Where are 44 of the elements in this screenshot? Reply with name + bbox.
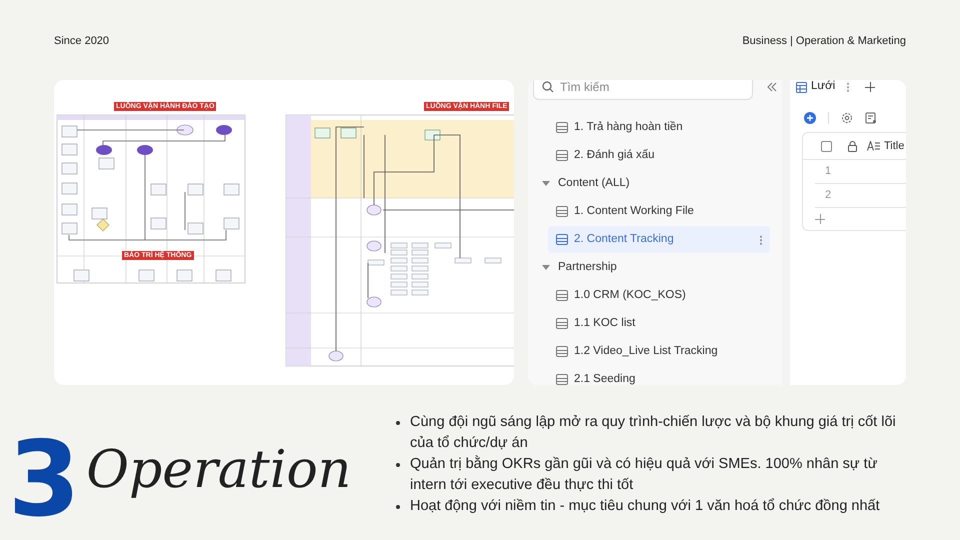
table-icon: [556, 150, 568, 161]
sidebar-item[interactable]: 2. Đánh giá xấu: [548, 142, 770, 169]
add-icon[interactable]: [804, 112, 816, 124]
row-number: 2: [825, 188, 832, 204]
sidebar-item[interactable]: 2. Content Tracking: [548, 226, 770, 253]
sidebar-item[interactable]: 1.0 CRM (KOC_KOS): [548, 282, 770, 309]
section-title: Operation: [86, 439, 352, 502]
bullet-text: Hoạt động với niềm tin - mục tiêu chung với 1 văn hoá tổ chức đồng nhất: [410, 497, 880, 516]
table-icon: [556, 374, 568, 385]
text-field-icon: [867, 141, 880, 151]
table-icon: [556, 122, 568, 133]
caret-icon: [542, 265, 550, 270]
header-checkbox[interactable]: [821, 140, 832, 152]
search-field[interactable]: Tìm kiếm: [533, 80, 753, 100]
folder-item[interactable]: Content (ALL): [536, 170, 770, 197]
sidebar-item[interactable]: 1. Trả hàng hoàn tiền: [548, 114, 770, 141]
table-icon: [556, 206, 568, 217]
sidebar-item[interactable]: 1.1 KOC list: [548, 310, 770, 337]
collapse-icon[interactable]: [767, 82, 777, 92]
subtitle: Business | Operation & Marketing: [742, 34, 906, 49]
bullet-icon: [396, 463, 400, 467]
bullet-icon: [396, 505, 400, 509]
grid-icon: [796, 82, 807, 92]
folder-item[interactable]: Partnership: [536, 254, 770, 281]
tagline: Since 2020: [54, 34, 110, 49]
table-icon: [556, 318, 568, 329]
table-icon: [556, 234, 568, 245]
bullet-text: Cùng đội ngũ sáng lập mở ra quy trình-chiến lược và bộ khung giá trị cốt lõi của tổ chức/dự án: [410, 413, 897, 453]
lock-icon: [848, 140, 857, 152]
caret-icon: [542, 181, 550, 186]
more-icon[interactable]: [847, 82, 850, 92]
form-icon[interactable]: [865, 112, 877, 124]
sidebar-item[interactable]: 1. Content Working File: [548, 198, 770, 225]
bullet-icon: [396, 421, 400, 425]
row-number: 1: [825, 164, 832, 180]
search-icon: [542, 81, 554, 93]
table-icon: [556, 346, 568, 357]
sidebar-item[interactable]: 2.1 Seeding: [548, 366, 770, 385]
column-header[interactable]: Title: [884, 138, 904, 154]
sidebar-item[interactable]: 1.2 Video_Live List Tracking: [548, 338, 770, 365]
bullet-text: Quản trị bằng OKRs gần gũi và có hiệu quả với SMEs. 100% nhân sự từ intern tới executive đều thực thi tốt: [410, 454, 878, 495]
section-number: 3: [8, 429, 80, 529]
table-icon: [556, 290, 568, 301]
settings-icon[interactable]: [841, 112, 853, 124]
